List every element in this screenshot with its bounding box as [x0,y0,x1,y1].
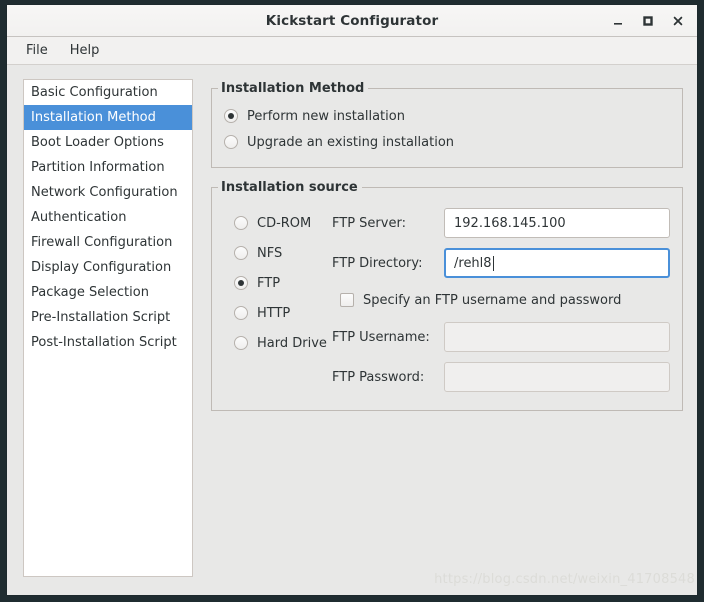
menu-item-help[interactable]: Help [59,40,111,61]
sidebar-item-partition-information[interactable]: Partition Information [24,155,192,180]
sidebar-item-pre-installation-script[interactable]: Pre-Installation Script [24,305,192,330]
ftp-directory-value: /rehl8 [454,255,492,271]
sidebar-item-boot-loader-options[interactable]: Boot Loader Options [24,130,192,155]
maximize-icon[interactable] [633,7,663,35]
installation-method-group: Installation Method Perform new installa… [211,81,683,168]
section-list[interactable]: Basic Configuration Installation Method … [23,79,193,577]
ftp-password-row: FTP Password: [332,362,670,392]
main-content: Basic Configuration Installation Method … [7,65,697,595]
radio-icon-ftp [234,276,248,290]
radio-label-http: HTTP [257,305,291,321]
ftp-server-input[interactable] [444,208,670,238]
radio-label-cdrom: CD-ROM [257,215,312,231]
app-window: Kickstart Configurator File Help Basic C… [6,4,698,596]
radio-label-upgrade-existing-installation: Upgrade an existing installation [247,134,455,150]
radio-cdrom[interactable]: CD-ROM [234,208,332,238]
radio-icon-upgrade-existing-installation [224,135,238,149]
radio-hard-drive[interactable]: Hard Drive [234,328,332,358]
sidebar-item-display-configuration[interactable]: Display Configuration [24,255,192,280]
radio-nfs[interactable]: NFS [234,238,332,268]
radio-ftp[interactable]: FTP [234,268,332,298]
ftp-directory-row: FTP Directory: /rehl8 [332,248,670,278]
sidebar-item-post-installation-script[interactable]: Post-Installation Script [24,330,192,355]
menu-item-file[interactable]: File [15,40,59,61]
ftp-server-label: FTP Server: [332,215,406,231]
minimize-icon[interactable] [603,7,633,35]
installation-source-layout: CD-ROM NFS FTP HTTP Hard Drive FTP Serve… [224,202,670,392]
ftp-username-row: FTP Username: [332,322,670,352]
sidebar-item-basic-configuration[interactable]: Basic Configuration [24,80,192,105]
radio-label-perform-new-installation: Perform new installation [247,108,405,124]
sidebar-item-installation-method[interactable]: Installation Method [24,105,192,130]
radio-icon-http [234,306,248,320]
ftp-directory-label: FTP Directory: [332,255,423,271]
radio-label-nfs: NFS [257,245,283,261]
ftp-directory-input[interactable]: /rehl8 [444,248,670,278]
sidebar-item-package-selection[interactable]: Package Selection [24,280,192,305]
radio-icon-hard-drive [234,336,248,350]
ftp-password-input[interactable] [444,362,670,392]
sidebar-item-authentication[interactable]: Authentication [24,205,192,230]
close-icon[interactable] [663,7,693,35]
installation-source-group: Installation source CD-ROM NFS FTP HTTP … [211,180,683,411]
radio-icon-perform-new-installation [224,109,238,123]
ftp-username-input[interactable] [444,322,670,352]
checkbox-icon-specify-credentials [340,293,354,307]
ftp-server-row: FTP Server: [332,208,670,238]
sidebar-item-firewall-configuration[interactable]: Firewall Configuration [24,230,192,255]
text-cursor [492,255,494,271]
radio-label-hard-drive: Hard Drive [257,335,327,351]
menu-bar: File Help [7,37,697,65]
window-title: Kickstart Configurator [265,12,439,29]
radio-upgrade-existing-installation[interactable]: Upgrade an existing installation [224,129,670,155]
specify-credentials-label: Specify an FTP username and password [363,292,622,308]
ftp-username-label: FTP Username: [332,329,430,345]
radio-http[interactable]: HTTP [234,298,332,328]
ftp-fields: FTP Server: FTP Directory: /rehl8 [332,202,670,392]
sidebar-item-network-configuration[interactable]: Network Configuration [24,180,192,205]
watermark: https://blog.csdn.net/weixin_41708548 [434,572,695,587]
radio-icon-nfs [234,246,248,260]
radio-label-ftp: FTP [257,275,281,291]
window-controls [603,5,693,37]
radio-icon-cdrom [234,216,248,230]
title-bar: Kickstart Configurator [7,5,697,37]
installation-method-group-title: Installation Method [218,81,369,96]
radio-perform-new-installation[interactable]: Perform new installation [224,103,670,129]
source-type-radios: CD-ROM NFS FTP HTTP Hard Drive [224,202,332,392]
specify-credentials-checkbox[interactable]: Specify an FTP username and password [340,288,670,312]
installation-source-group-title: Installation source [218,180,362,195]
ftp-password-label: FTP Password: [332,369,425,385]
settings-pane: Installation Method Perform new installa… [211,79,683,595]
